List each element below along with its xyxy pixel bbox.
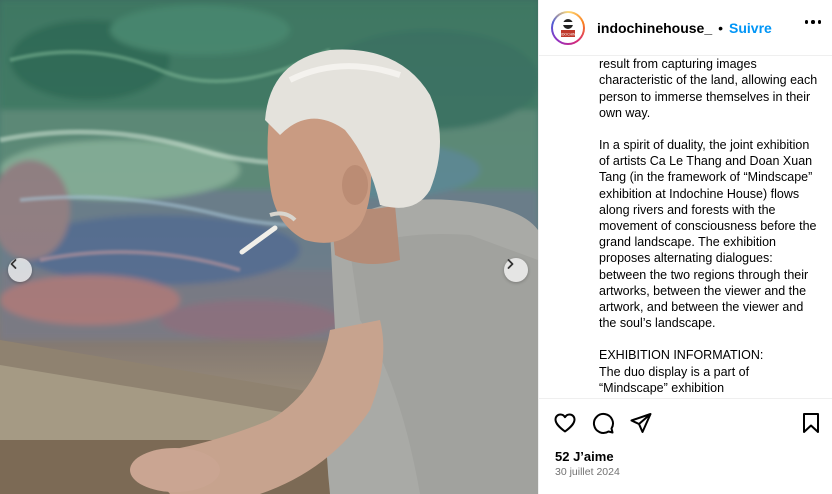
separator-dot: • [718,19,724,36]
more-dot [817,20,821,24]
post-image[interactable] [0,0,538,494]
save-button[interactable] [799,411,823,435]
svg-text:INDOCHINE: INDOCHINE [558,32,577,36]
follow-button[interactable]: Suivre [729,20,772,36]
indochine-house-logo: INDOCHINE [558,18,578,37]
painting-photo [0,0,538,494]
heart-icon [554,413,576,433]
chevron-left-icon [10,259,17,269]
post-details-panel: INDOCHINE indochinehouse_ • Suivre and s… [538,0,832,494]
more-options-button[interactable] [804,20,821,24]
more-horizontal-icon [804,20,808,24]
post-actions: 52 J’aime 30 juillet 2024 [539,398,832,494]
post-header: INDOCHINE indochinehouse_ • Suivre [539,0,832,56]
avatar[interactable]: INDOCHINE [553,12,583,43]
caption-scroll-area[interactable]: and semi-abstract styles, their creation… [539,56,832,398]
post-caption: and semi-abstract styles, their creation… [599,56,821,398]
send-icon [630,413,652,433]
like-count[interactable]: 52 J’aime [555,449,614,464]
caption-paragraph: and semi-abstract styles, their creation… [599,57,818,120]
post-date[interactable]: 30 juillet 2024 [555,466,620,478]
action-icons [553,411,653,435]
caption-paragraph: In a spirit of duality, the joint exhibi… [599,138,817,331]
next-image-button[interactable] [504,258,528,282]
username-link[interactable]: indochinehouse_ [597,20,712,36]
more-dot [811,20,815,24]
comment-icon [592,412,614,434]
caption-paragraph: EXHIBITION INFORMATION: The duo display … [599,348,764,395]
avatar-story-ring[interactable]: INDOCHINE [551,10,585,45]
comment-button[interactable] [591,411,615,435]
previous-image-button[interactable] [8,258,32,282]
share-button[interactable] [629,411,653,435]
like-button[interactable] [553,411,577,435]
chevron-right-icon [507,259,514,269]
bookmark-icon [803,413,819,433]
